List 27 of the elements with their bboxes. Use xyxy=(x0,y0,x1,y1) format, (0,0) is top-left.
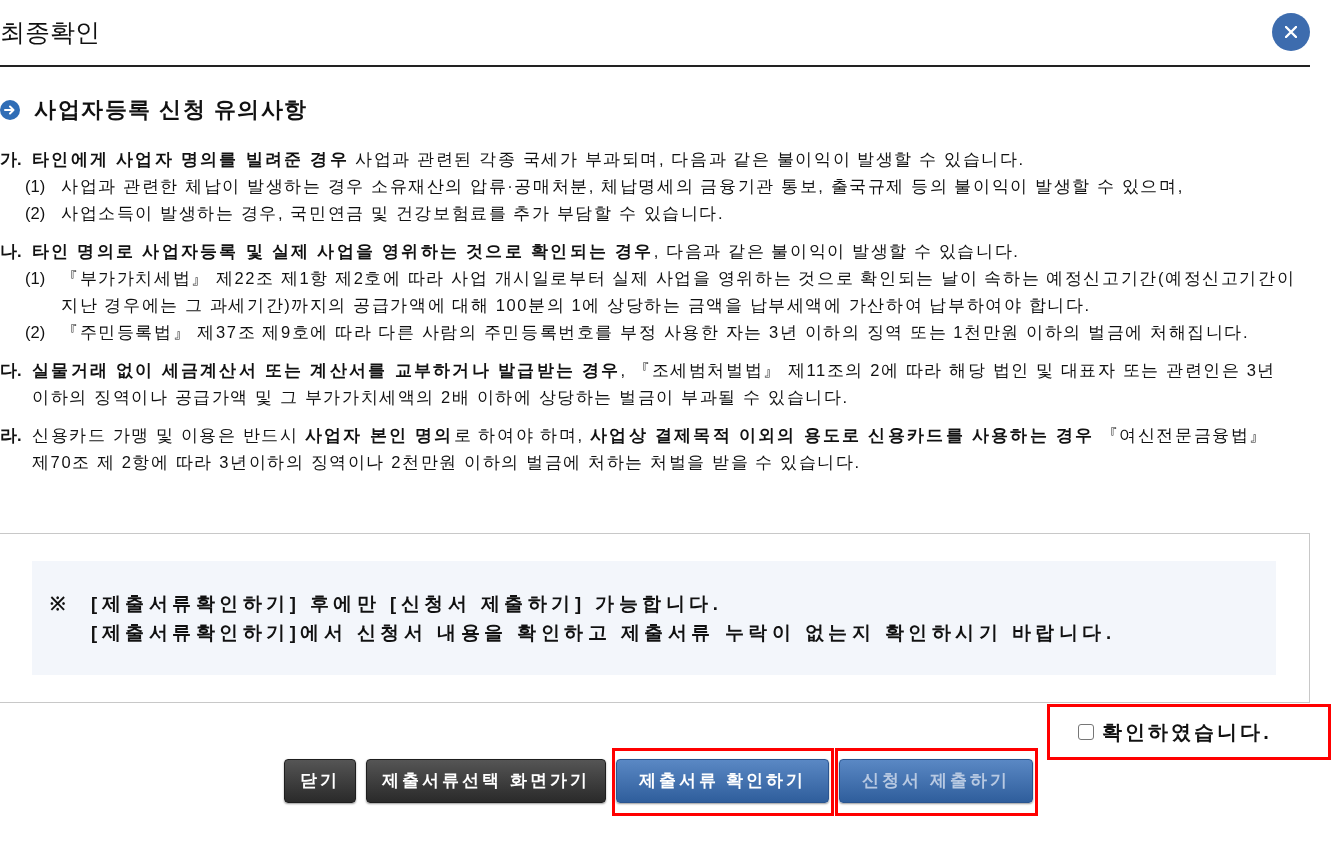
notice-text: 타인에게 사업자 명의를 빌려준 경우 사업과 관련된 각종 국세가 부과되며, 다음과 같은 불이익이 발생할 수 있습니다. xyxy=(32,149,1025,170)
confirm-checkbox[interactable]: 확인하였습니다. xyxy=(1078,717,1272,747)
item-marker: 가. xyxy=(0,149,23,170)
item-marker: 라. xyxy=(0,425,23,446)
notice-text: 사업소득이 발생하는 경우, 국민연금 및 건강보험료를 추가 부담할 수 있습니다. xyxy=(61,203,725,224)
notice-text: 타인 명의로 사업자등록 및 실제 사업을 영위하는 것으로 확인되는 경우, 다음과 같은 불이익이 발생할 수 있습니다. xyxy=(32,241,1020,262)
dialog-title: 최종확인 xyxy=(0,16,100,47)
close-button[interactable] xyxy=(1272,12,1310,51)
info-text: [제출서류확인하기]에서 신청서 내용을 확인하고 제출서류 누락이 없는지 확인하시기 바랍니다. xyxy=(91,621,1116,645)
notice-text: 사업과 관련한 체납이 발생하는 경우 소유재산의 압류·공매처분, 체납명세의 금융기관 통보, 출국규제 등의 불이익이 발생할 수 있으며, xyxy=(61,176,1184,197)
action-button[interactable]: 닫기 xyxy=(284,759,356,803)
item-number: (1) xyxy=(25,176,47,197)
notice-text: 실물거래 없이 세금계산서 또는 계산서를 교부하거나 발급받는 경우, 『조세범처벌법』 제11조의 2에 따라 해당 법인 및 대표자 또는 관련인은 3년 이하의 징역이나 공급가액 및 그 부가가치세액의 2배 이하에 상당하는 벌금이 부과될 수 있습니다. xyxy=(32,360,1278,408)
section-heading: 사업자등록 신청 유의사항 xyxy=(34,97,308,123)
notice-text: 『주민등록법』 제37조 제9호에 따라 다른 사람의 주민등록번호를 부정 사용한 자는 3년 이하의 징역 또는 1천만원 이하의 벌금에 처해집니다. xyxy=(61,322,1250,343)
item-number: (2) xyxy=(25,203,47,224)
item-marker: 다. xyxy=(0,360,23,381)
notice-text: 『부가가치세법』 제22조 제1항 제2호에 따라 사업 개시일로부터 실제 사업을 영위하는 것으로 확인되는 날이 속하는 예정신고기간(예정신고기간이 지난 경우에는 그 과세기간)까지의 공급가액에 대해 100분의 1에 상당하는 금액을 납부세액에 가산하여 납부하여야 합니다. xyxy=(61,268,1297,316)
close-icon xyxy=(1285,25,1297,38)
action-button[interactable]: 제출서류 확인하기 xyxy=(615,759,830,803)
item-number: (2) xyxy=(25,322,47,343)
item-number: (1) xyxy=(25,268,47,289)
reference-mark: ※ xyxy=(50,592,65,616)
item-marker: 나. xyxy=(0,241,23,262)
notice-text: 신용카드 가맹 및 이용은 반드시 사업자 본인 명의로 하여야 하며, 사업상 결제목적 이외의 용도로 신용카드를 사용하는 경우 『여신전문금융법』 제70조 제 2항에 따라 3년이하의 징역이나 2천만원 이하의 벌금에 처하는 처벌을 받을 수 있습니다. xyxy=(32,425,1270,473)
info-text: [제출서류확인하기] 후에만 [신청서 제출하기] 가능합니다. xyxy=(91,592,724,616)
action-button[interactable]: 제출서류선택 화면가기 xyxy=(366,759,606,803)
